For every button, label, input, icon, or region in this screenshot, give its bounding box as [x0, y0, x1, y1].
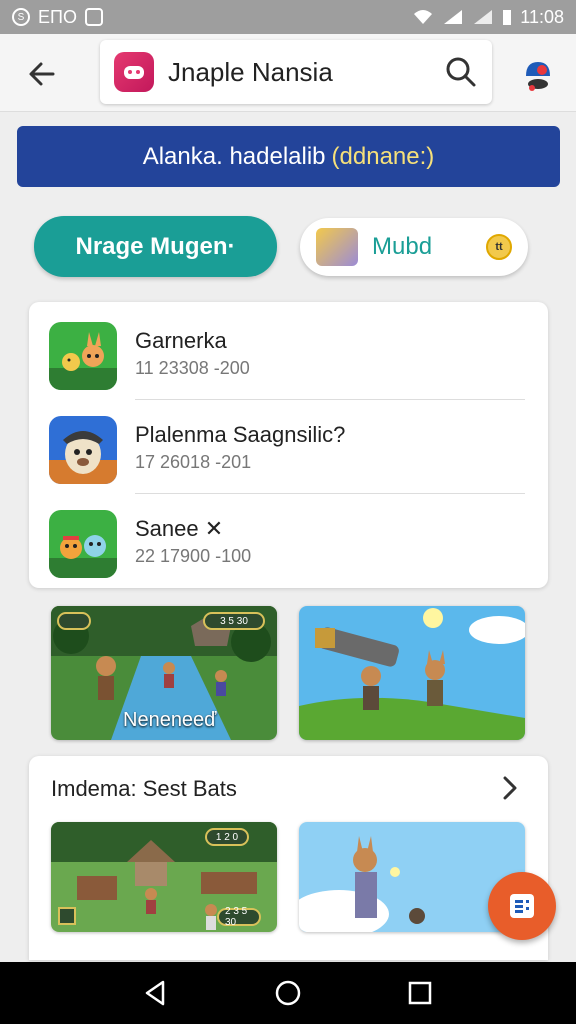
status-time: 11:08 [520, 6, 564, 27]
battery-icon [503, 10, 512, 25]
nav-back-button[interactable] [134, 971, 178, 1015]
promo-banner[interactable]: Alanka. hadelalib (ddnane:) [17, 126, 560, 187]
battle-sky-scene [299, 606, 525, 740]
floating-action-button[interactable] [488, 872, 556, 940]
search-icon[interactable] [444, 55, 478, 89]
game-icon-plalenma [49, 416, 117, 484]
list-item[interactable]: Sanee ✕ 22 17900 -100 [29, 490, 548, 584]
game-controller-logo-icon [114, 52, 154, 92]
hud-score: 3 5 30 [203, 612, 265, 630]
game-title: Sanee ✕ [135, 516, 224, 541]
primary-chip-button[interactable]: Nrage Mugen· [34, 216, 277, 277]
square-recents-icon [408, 981, 432, 1005]
list-item[interactable]: Plalenma Saagnsilic? 17 26018 -201 [29, 396, 548, 490]
hud-icon-left [57, 612, 91, 630]
banner-subtext: (ddnane:) [331, 142, 435, 170]
back-arrow-icon [29, 62, 55, 86]
chip-thumbnail [316, 228, 358, 266]
secondary-chip-button[interactable]: Mubd tt [300, 218, 528, 276]
status-bar: S ЕПО 11:08 [0, 0, 576, 34]
back-button[interactable] [20, 52, 64, 96]
game-screenshot-tile[interactable]: 3 5 30 Neneneeď [51, 606, 277, 740]
secondary-chip-label: Mubd [372, 233, 433, 260]
game-list-card: Garnerka 11 23308 -200 Plalenma Saagnsil… [29, 302, 548, 588]
image-notification-icon [84, 8, 103, 26]
chip-badge: tt [486, 234, 512, 260]
profile-avatar-button[interactable] [514, 50, 562, 98]
app-bar: Jnaple Nansia [0, 34, 576, 112]
hud-score: 2 3 5 30 [217, 906, 261, 928]
signal-icon [444, 10, 463, 24]
triangle-back-icon [145, 980, 165, 1006]
hud-score: 1 2 0 [205, 828, 249, 846]
signal-icon-2 [474, 10, 493, 24]
circle-home-icon [275, 980, 301, 1006]
avatar-icon [526, 62, 550, 91]
game-icon-sanee [49, 510, 117, 578]
status-left-text: ЕПО [38, 6, 77, 27]
system-nav-bar [0, 962, 576, 1024]
game-title: Plalenma Saagnsilic? [135, 422, 346, 447]
search-bar[interactable]: Jnaple Nansia [100, 40, 492, 104]
game-meta: 22 17900 -100 [135, 546, 252, 566]
app-notification-icon: S [12, 8, 30, 26]
list-item[interactable]: Garnerka 11 23308 -200 [29, 302, 548, 396]
banner-text: Alanka. hadelalib [142, 142, 326, 170]
chevron-right-icon[interactable] [494, 772, 526, 804]
game-title: Garnerka [135, 328, 227, 353]
search-query[interactable]: Jnaple Nansia [168, 57, 444, 88]
primary-chip-label: Nrage Mugen· [75, 232, 236, 260]
section-title: Imdema: Sest Bats [51, 776, 237, 801]
game-screenshot-tile[interactable] [299, 606, 525, 740]
game-icon-garnerka [49, 322, 117, 390]
wifi-icon [414, 10, 433, 24]
game-screenshot-tile[interactable]: 1 2 0 2 3 5 30 [51, 822, 277, 932]
game-meta: 17 26018 -201 [135, 452, 252, 472]
game-meta: 11 23308 -200 [135, 358, 250, 378]
tile-caption: Neneneeď [123, 709, 217, 731]
nav-recents-button[interactable] [398, 971, 442, 1015]
list-icon [510, 894, 534, 918]
nav-home-button[interactable] [266, 971, 310, 1015]
